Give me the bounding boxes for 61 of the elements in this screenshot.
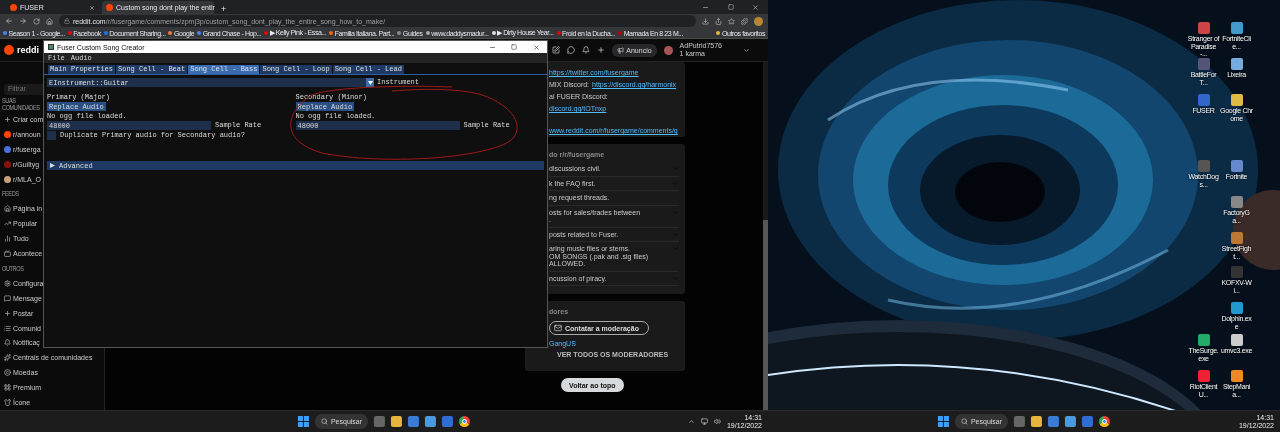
plus-icon[interactable] [597,46,606,54]
search-icon [960,418,968,425]
nav-icon [4,294,11,302]
start-icon[interactable] [297,416,309,427]
triangle-right-icon [50,163,55,168]
close-icon [532,43,540,51]
user-avatar [663,45,673,55]
nav-icon [4,115,11,123]
checkbox[interactable] [47,131,56,140]
chrome-icon[interactable] [459,416,471,427]
dropdown-arrow-icon [367,80,373,85]
nav-icon [4,220,11,228]
reddit-icon [10,4,17,11]
monitor-icon[interactable] [700,418,708,425]
megaphone-icon [617,46,625,54]
back-icon[interactable] [5,17,13,25]
nav-icon [4,250,11,258]
nav-icon [4,339,11,347]
nav-icon [4,354,11,362]
taskbar-app-icon[interactable] [391,416,403,427]
chat-icon[interactable] [567,46,576,54]
reddit-icon [106,4,113,11]
taskbar-app-icon[interactable] [1031,416,1043,427]
chevron-down-icon[interactable] [743,46,750,54]
new-tab-button[interactable]: + [217,4,231,14]
close-icon[interactable] [89,4,95,11]
taskbar-app-icon[interactable] [1048,416,1060,427]
taskbar-app-icon[interactable] [1065,416,1077,427]
maximize-icon [511,43,517,50]
maximize-icon [727,4,734,10]
nav-icon [4,384,11,392]
volume-icon[interactable] [713,418,721,425]
nav-icon [4,235,11,243]
close-icon [752,3,759,11]
share-icon[interactable] [715,17,722,25]
star-icon[interactable] [728,17,735,25]
taskbar-app-icon[interactable] [425,416,437,427]
lock-icon [64,18,70,24]
mail-icon [554,324,562,332]
start-icon[interactable] [937,416,949,427]
avatar[interactable] [754,16,763,26]
download-icon[interactable] [702,17,709,25]
home-icon[interactable] [46,17,53,25]
nav-icon [4,324,11,332]
reload-icon[interactable] [33,17,40,25]
chrome-icon[interactable] [1099,416,1111,427]
brand-name: reddi [17,45,39,55]
nav-icon [4,399,11,407]
nav-icon [4,369,11,377]
nav-icon [4,205,11,213]
chevron-up-icon[interactable] [687,418,695,425]
bell-icon[interactable] [582,46,591,54]
reddit-logo-icon [4,45,14,55]
taskbar-app-icon[interactable] [408,416,420,427]
puzzle-icon[interactable] [741,17,748,25]
nav-icon [4,279,11,287]
nav-icon [4,309,11,317]
edit-icon[interactable] [552,46,561,54]
search-icon [320,418,328,425]
app-icon [48,44,54,50]
forward-icon[interactable] [19,17,27,25]
